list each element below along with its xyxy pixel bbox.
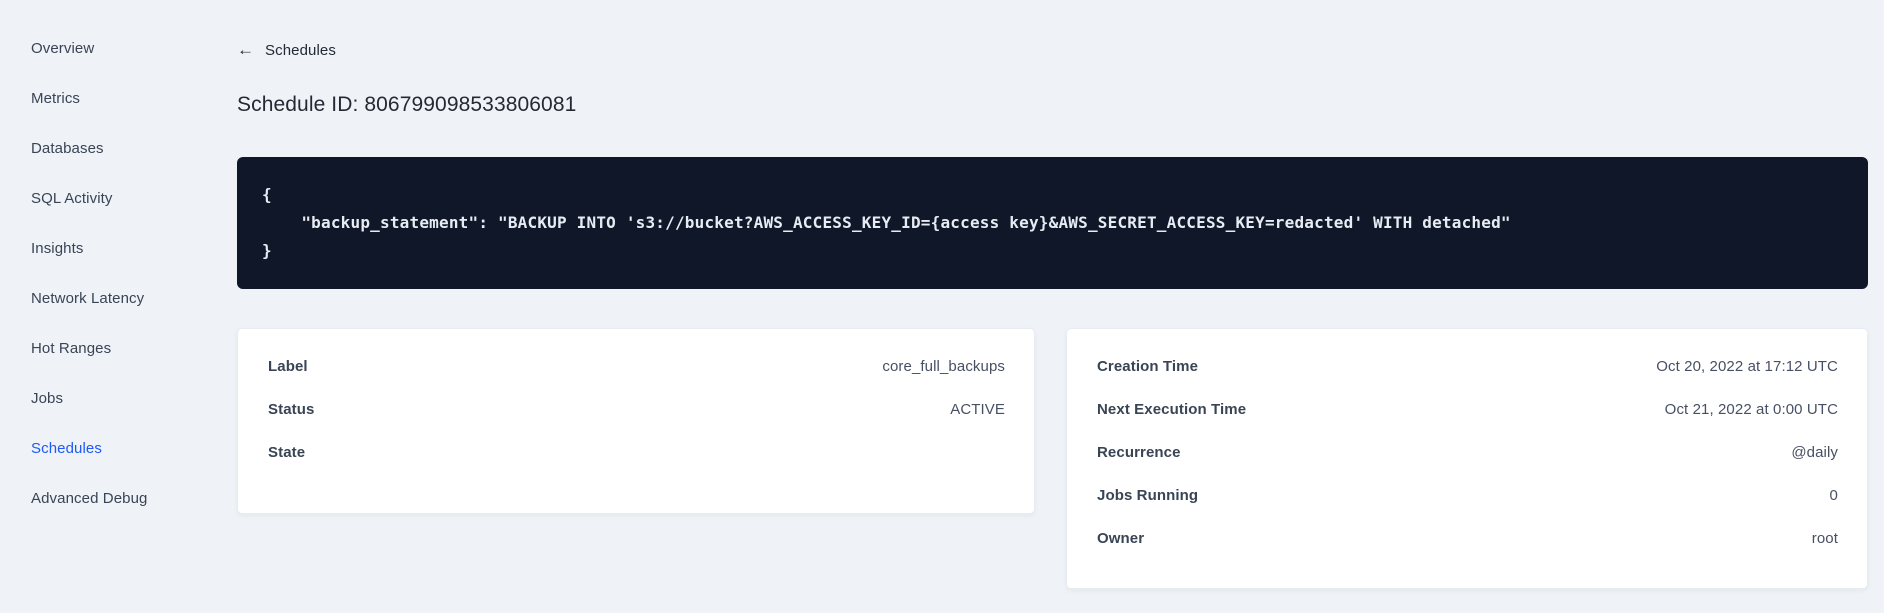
row-value: ACTIVE (950, 401, 1005, 418)
row-value: 0 (1829, 487, 1838, 504)
back-to-schedules-button[interactable]: ← Schedules (237, 40, 336, 60)
row-label: Status (268, 401, 315, 418)
code-line: { (262, 185, 272, 204)
code-line: "backup_statement": "BACKUP INTO 's3://b… (262, 213, 1511, 232)
sidebar-item-jobs[interactable]: Jobs (0, 373, 237, 423)
sidebar-item-sql-activity[interactable]: SQL Activity (0, 173, 237, 223)
row-label: Label (268, 358, 308, 375)
row-label: Jobs Running (1097, 487, 1199, 504)
summary-row-label: Label core_full_backups (268, 357, 1005, 377)
row-value: @daily (1791, 444, 1838, 461)
main-content: ← Schedules Schedule ID: 806799098533806… (237, 0, 1884, 613)
code-line: } (262, 241, 272, 260)
summary-row-jobs-running: Jobs Running 0 (1097, 486, 1838, 506)
schedule-definition-code-block: { "backup_statement": "BACKUP INTO 's3:/… (237, 157, 1868, 289)
arrow-left-icon: ← (237, 40, 254, 59)
summary-row-recurrence: Recurrence @daily (1097, 443, 1838, 463)
row-value: root (1811, 530, 1838, 547)
row-label: Creation Time (1097, 358, 1199, 375)
row-label: Owner (1097, 530, 1145, 547)
summary-row-status: Status ACTIVE (268, 400, 1005, 420)
row-value: Oct 21, 2022 at 0:00 UTC (1664, 401, 1838, 418)
sidebar-item-databases[interactable]: Databases (0, 123, 237, 173)
page-title: Schedule ID: 806799098533806081 (237, 93, 577, 116)
sidebar-item-metrics[interactable]: Metrics (0, 73, 237, 123)
sidebar-item-network-latency[interactable]: Network Latency (0, 273, 237, 323)
summary-row-owner: Owner root (1097, 529, 1838, 549)
row-label: Recurrence (1097, 444, 1181, 461)
back-link-label: Schedules (265, 41, 336, 59)
sidebar-item-hot-ranges[interactable]: Hot Ranges (0, 323, 237, 373)
sidebar-item-schedules[interactable]: Schedules (0, 423, 237, 473)
sidebar-nav: Overview Metrics Databases SQL Activity … (0, 0, 237, 613)
row-value: core_full_backups (882, 358, 1005, 375)
row-value: Oct 20, 2022 at 17:12 UTC (1656, 358, 1838, 375)
sidebar-item-advanced-debug[interactable]: Advanced Debug (0, 473, 237, 523)
summary-row-creation-time: Creation Time Oct 20, 2022 at 17:12 UTC (1097, 357, 1838, 377)
sidebar-item-insights[interactable]: Insights (0, 223, 237, 273)
execution-summary-card: Creation Time Oct 20, 2022 at 17:12 UTC … (1066, 328, 1868, 589)
summary-row-next-execution-time: Next Execution Time Oct 21, 2022 at 0:00… (1097, 400, 1838, 420)
summary-cards: Label core_full_backups Status ACTIVE St… (237, 328, 1868, 589)
sidebar-item-overview[interactable]: Overview (0, 23, 237, 73)
row-label: Next Execution Time (1097, 401, 1247, 418)
row-label: State (268, 444, 306, 461)
schedule-summary-card: Label core_full_backups Status ACTIVE St… (237, 328, 1035, 514)
summary-row-state: State (268, 443, 1005, 463)
schedule-details-page: Overview Metrics Databases SQL Activity … (0, 0, 1884, 613)
